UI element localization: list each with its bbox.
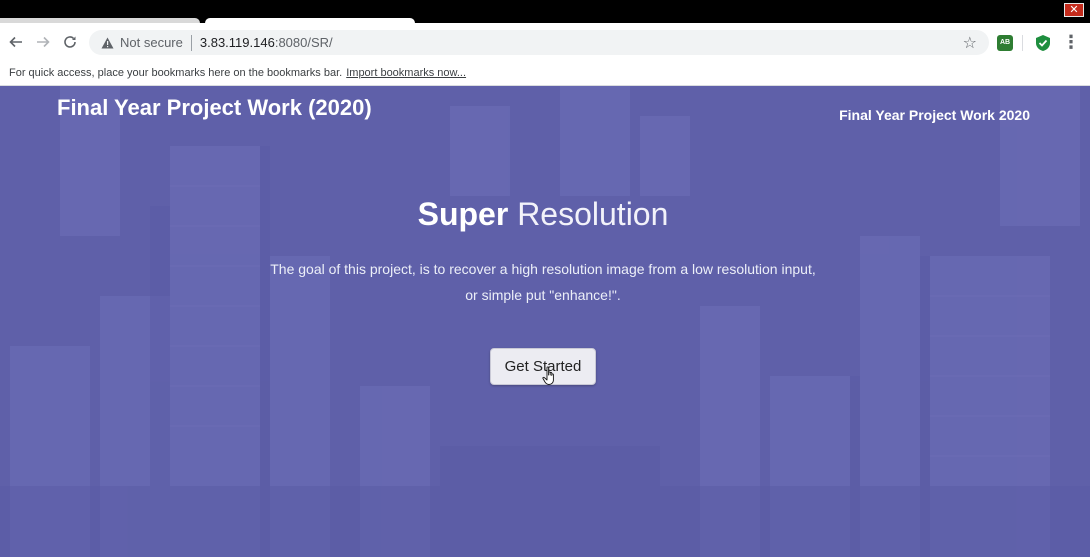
warning-icon[interactable] [100,36,114,50]
import-bookmarks-link[interactable]: Import bookmarks now... [346,67,466,79]
reload-button[interactable] [59,29,81,55]
hero-description: The goal of this project, is to recover … [0,256,1086,308]
url-host: 3.83.119.146 [199,35,275,50]
hero-description-line1: The goal of this project, is to recover … [270,261,816,277]
hero-section: Final Year Project Work (2020) Final Yea… [0,86,1090,557]
address-separator [190,34,192,51]
adblock-extension-icon[interactable]: AB [997,35,1013,51]
hero-title-bold: Super [417,196,509,232]
nav-label[interactable]: Final Year Project Work 2020 [839,107,1030,123]
bookmarks-bar: For quick access, place your bookmarks h… [0,61,1090,86]
hero-color-overlay [0,86,1090,557]
close-window-button[interactable]: ✕ [1064,3,1084,17]
browser-menu-icon[interactable]: ⋮ [1062,31,1080,53]
url-text[interactable]: 3.83.119.146:8080/SR/ [200,35,333,50]
back-button[interactable] [5,29,27,55]
hero-description-line2: or simple put "enhance!". [465,287,621,303]
site-brand[interactable]: Final Year Project Work (2020) [57,95,372,121]
window-titlebar: ✕ [0,0,1090,23]
hero-title-light: Resolution [517,196,669,232]
security-label[interactable]: Not secure [120,35,183,50]
shield-extension-icon[interactable] [1034,34,1052,52]
url-path: :8080/SR/ [274,35,333,50]
bookmark-star-icon[interactable]: ☆ [963,33,977,53]
bookmarks-bar-hint: For quick access, place your bookmarks h… [9,67,343,79]
hero-title: Super Resolution [0,196,1086,233]
hand-cursor-icon [542,366,554,385]
address-bar[interactable]: Not secure 3.83.119.146:8080/SR/ ☆ [89,30,989,55]
reload-icon [64,36,76,48]
browser-toolbar: Not secure 3.83.119.146:8080/SR/ ☆ AB ⋮ [0,23,1090,61]
arrow-right-icon [37,36,50,48]
forward-button[interactable] [32,29,54,55]
toolbar-divider [1022,35,1023,51]
arrow-left-icon [9,36,22,48]
